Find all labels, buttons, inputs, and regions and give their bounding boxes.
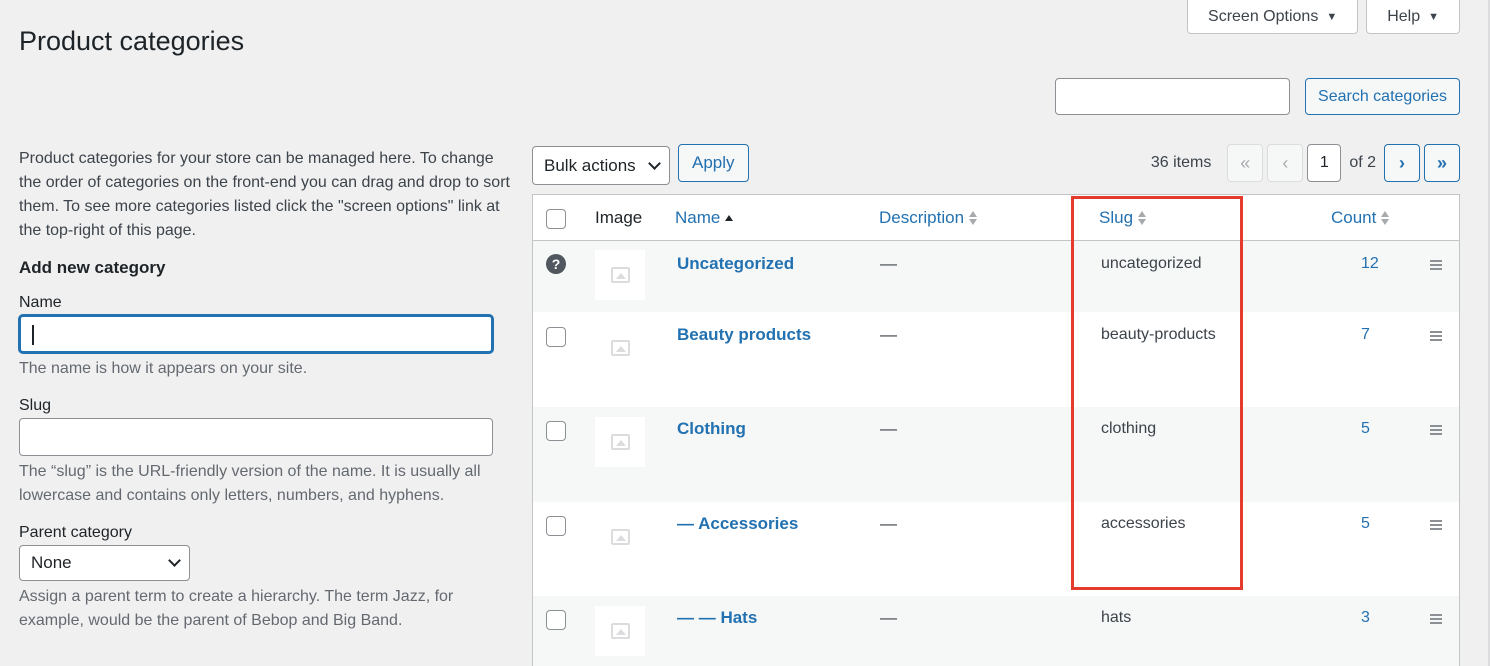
- next-page-button[interactable]: ›: [1384, 144, 1420, 182]
- image-placeholder-icon: [595, 323, 645, 373]
- search-categories-button[interactable]: Search categories: [1305, 78, 1460, 115]
- column-count[interactable]: Count: [1331, 208, 1390, 228]
- sort-icon: [1138, 211, 1147, 225]
- chevron-down-icon: [168, 554, 181, 567]
- search-input[interactable]: [1055, 78, 1291, 115]
- bulk-actions-value: Bulk actions: [544, 155, 636, 175]
- category-name-link[interactable]: Clothing: [677, 419, 746, 439]
- triangle-down-icon: ▼: [1428, 10, 1439, 23]
- drag-handle-icon[interactable]: [1430, 425, 1442, 437]
- category-name-link[interactable]: Uncategorized: [677, 254, 794, 274]
- question-circle-icon: ?: [546, 254, 566, 274]
- row-checkbox[interactable]: [546, 421, 566, 441]
- category-slug: beauty-products: [1101, 326, 1216, 343]
- pagination: 36 items « ‹ 1 of 2 › »: [1151, 144, 1460, 182]
- last-page-button[interactable]: »: [1424, 144, 1460, 182]
- drag-handle-icon[interactable]: [1430, 331, 1442, 343]
- row-checkbox[interactable]: [546, 516, 566, 536]
- drag-handle-icon[interactable]: [1430, 520, 1442, 532]
- intro-text: Product categories for your store can be…: [19, 150, 510, 239]
- screen-options-button[interactable]: Screen Options ▼: [1187, 0, 1359, 34]
- category-slug: clothing: [1101, 420, 1157, 437]
- total-pages: of 2: [1349, 154, 1376, 171]
- page-title: Product categories: [19, 26, 245, 56]
- table-row: Clothing — clothing 5: [533, 407, 1459, 502]
- category-name-link[interactable]: Beauty products: [677, 325, 811, 345]
- first-page-button: «: [1227, 144, 1264, 182]
- parent-category-select[interactable]: None: [19, 545, 190, 581]
- name-label: Name: [19, 294, 62, 311]
- add-category-panel: Product categories for your store can be…: [19, 147, 511, 633]
- drag-handle-icon[interactable]: [1430, 260, 1442, 272]
- column-name-label: Name: [675, 208, 721, 227]
- category-name-link[interactable]: — — Hats: [677, 608, 757, 628]
- table-row: ? Uncategorized — uncategorized 12: [533, 241, 1459, 312]
- category-count-link[interactable]: 5: [1361, 420, 1370, 438]
- screen-options-label: Screen Options: [1208, 7, 1319, 25]
- parent-category-value: None: [31, 553, 72, 572]
- parent-category-help: Assign a parent term to create a hierarc…: [19, 588, 454, 629]
- parent-category-label: Parent category: [19, 524, 132, 541]
- sort-asc-icon: [725, 215, 734, 221]
- column-description[interactable]: Description: [879, 208, 978, 228]
- category-description: —: [880, 325, 897, 344]
- category-description: —: [880, 254, 897, 273]
- category-count-link[interactable]: 7: [1361, 326, 1370, 344]
- text-caret: [32, 325, 34, 345]
- image-placeholder-icon: [595, 512, 645, 562]
- categories-table: Image Name Description Slug Count ? Unca…: [532, 194, 1460, 666]
- screen-meta-links: Screen Options ▼ Help ▼: [1187, 0, 1460, 34]
- add-category-title: Add new category: [19, 258, 166, 277]
- column-count-label: Count: [1331, 208, 1377, 227]
- table-row: Beauty products — beauty-products 7: [533, 312, 1459, 407]
- table-row: — Accessories — accessories 5: [533, 502, 1459, 596]
- category-count-link[interactable]: 12: [1361, 255, 1379, 273]
- slug-field[interactable]: [19, 418, 493, 456]
- drag-handle-icon[interactable]: [1430, 614, 1442, 626]
- image-placeholder-icon: [595, 417, 645, 467]
- category-slug: accessories: [1101, 515, 1186, 532]
- image-placeholder-icon: [595, 606, 645, 656]
- column-image: Image: [595, 208, 643, 227]
- table-nav: Bulk actions Apply 36 items « ‹ 1 of 2 ›…: [532, 143, 1460, 185]
- table-row: — — Hats — hats 3: [533, 596, 1459, 666]
- row-checkbox[interactable]: [546, 327, 566, 347]
- current-page-input[interactable]: 1: [1307, 144, 1342, 182]
- column-slug-label: Slug: [1099, 208, 1134, 227]
- help-button[interactable]: Help ▼: [1366, 0, 1460, 34]
- column-slug[interactable]: Slug: [1099, 208, 1147, 228]
- select-all-checkbox[interactable]: [546, 209, 566, 229]
- name-field[interactable]: [19, 315, 493, 353]
- category-count-link[interactable]: 3: [1361, 609, 1370, 627]
- slug-label: Slug: [19, 397, 52, 414]
- column-description-label: Description: [879, 208, 965, 227]
- search-box: Search categories: [1055, 78, 1460, 115]
- category-count-link[interactable]: 5: [1361, 515, 1370, 533]
- category-description: —: [880, 419, 897, 438]
- triangle-down-icon: ▼: [1326, 10, 1338, 23]
- image-placeholder-icon: [595, 250, 645, 300]
- items-count: 36 items: [1150, 154, 1212, 171]
- slug-help: The “slug” is the URL-friendly version o…: [19, 463, 481, 504]
- category-slug: hats: [1101, 609, 1132, 626]
- prev-page-button: ‹: [1267, 144, 1304, 182]
- column-name[interactable]: Name: [675, 208, 734, 228]
- category-description: —: [880, 608, 897, 627]
- name-help: The name is how it appears on your site.: [19, 360, 308, 377]
- chevron-down-icon: [648, 156, 661, 170]
- sort-icon: [969, 211, 978, 225]
- row-checkbox[interactable]: [546, 610, 566, 630]
- table-header: Image Name Description Slug Count: [533, 195, 1459, 241]
- category-slug: uncategorized: [1101, 255, 1202, 272]
- category-name-link[interactable]: — Accessories: [677, 514, 798, 534]
- category-description: —: [880, 514, 897, 533]
- apply-button[interactable]: Apply: [678, 144, 749, 182]
- sort-icon: [1381, 211, 1390, 225]
- help-label: Help: [1387, 7, 1421, 25]
- bulk-actions-select[interactable]: Bulk actions: [532, 146, 670, 185]
